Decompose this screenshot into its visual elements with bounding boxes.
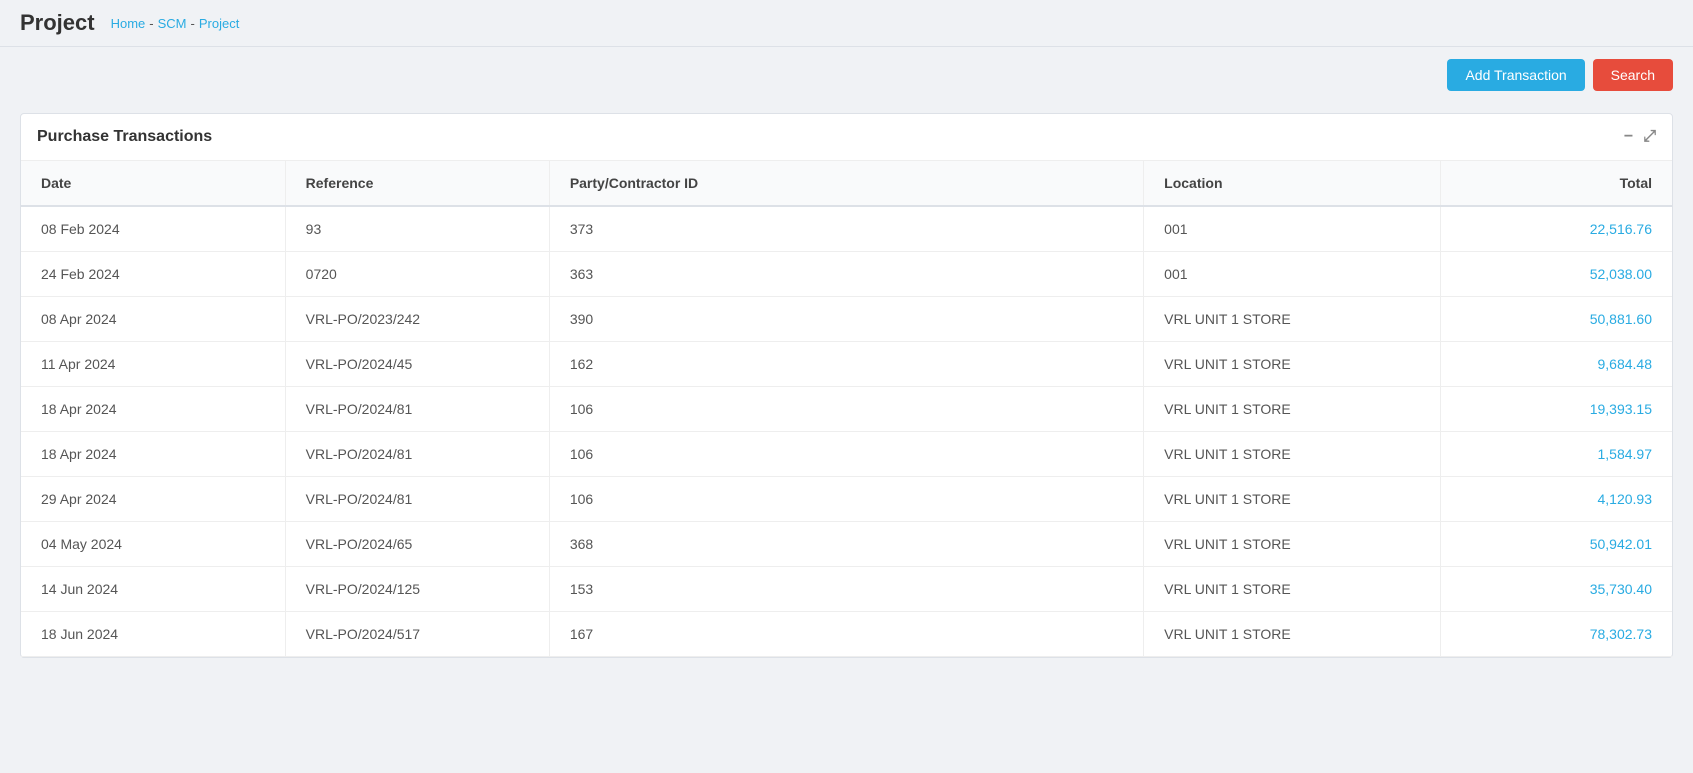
table-row[interactable]: 14 Jun 2024VRL-PO/2024/125153VRL UNIT 1 … xyxy=(21,567,1672,612)
cell-party: 167 xyxy=(549,612,1143,657)
cell-reference: VRL-PO/2024/125 xyxy=(285,567,549,612)
table-row[interactable]: 08 Apr 2024VRL-PO/2023/242390VRL UNIT 1 … xyxy=(21,297,1672,342)
cell-total: 9,684.48 xyxy=(1441,342,1672,387)
cell-date: 29 Apr 2024 xyxy=(21,477,285,522)
expand-icon[interactable]: ⤢ xyxy=(1643,128,1656,146)
breadcrumb-home[interactable]: Home xyxy=(111,16,146,31)
table-row[interactable]: 18 Jun 2024VRL-PO/2024/517167VRL UNIT 1 … xyxy=(21,612,1672,657)
table-row[interactable]: 24 Feb 2024072036300152,038.00 xyxy=(21,252,1672,297)
minimize-icon[interactable]: − xyxy=(1624,128,1633,146)
cell-location: VRL UNIT 1 STORE xyxy=(1144,387,1441,432)
transactions-table: Date Reference Party/Contractor ID Locat… xyxy=(21,161,1672,657)
cell-party: 390 xyxy=(549,297,1143,342)
panel-header: Purchase Transactions − ⤢ xyxy=(21,114,1672,161)
cell-location: VRL UNIT 1 STORE xyxy=(1144,432,1441,477)
cell-party: 106 xyxy=(549,387,1143,432)
cell-location: 001 xyxy=(1144,206,1441,252)
table-row[interactable]: 11 Apr 2024VRL-PO/2024/45162VRL UNIT 1 S… xyxy=(21,342,1672,387)
cell-total: 78,302.73 xyxy=(1441,612,1672,657)
toolbar: Add Transaction Search xyxy=(0,47,1693,103)
cell-total: 1,584.97 xyxy=(1441,432,1672,477)
breadcrumb-scm[interactable]: SCM xyxy=(158,16,187,31)
main-content: Purchase Transactions − ⤢ Date Reference… xyxy=(0,103,1693,668)
panel-title: Purchase Transactions xyxy=(37,128,212,146)
cell-date: 04 May 2024 xyxy=(21,522,285,567)
cell-reference: VRL-PO/2024/81 xyxy=(285,387,549,432)
cell-reference: VRL-PO/2024/517 xyxy=(285,612,549,657)
breadcrumb: Home - SCM - Project xyxy=(111,16,240,31)
col-header-reference: Reference xyxy=(285,161,549,206)
cell-total: 52,038.00 xyxy=(1441,252,1672,297)
cell-date: 11 Apr 2024 xyxy=(21,342,285,387)
table-row[interactable]: 08 Feb 20249337300122,516.76 xyxy=(21,206,1672,252)
cell-location: VRL UNIT 1 STORE xyxy=(1144,522,1441,567)
top-bar: Project Home - SCM - Project xyxy=(0,0,1693,47)
cell-location: VRL UNIT 1 STORE xyxy=(1144,567,1441,612)
search-button[interactable]: Search xyxy=(1593,59,1673,91)
table-row[interactable]: 18 Apr 2024VRL-PO/2024/81106VRL UNIT 1 S… xyxy=(21,432,1672,477)
cell-date: 24 Feb 2024 xyxy=(21,252,285,297)
cell-location: 001 xyxy=(1144,252,1441,297)
cell-date: 18 Apr 2024 xyxy=(21,432,285,477)
breadcrumb-sep-2: - xyxy=(191,16,195,31)
cell-total: 19,393.15 xyxy=(1441,387,1672,432)
table-row[interactable]: 29 Apr 2024VRL-PO/2024/81106VRL UNIT 1 S… xyxy=(21,477,1672,522)
col-header-party: Party/Contractor ID xyxy=(549,161,1143,206)
cell-reference: 0720 xyxy=(285,252,549,297)
app-title: Project xyxy=(20,10,95,36)
cell-party: 373 xyxy=(549,206,1143,252)
cell-location: VRL UNIT 1 STORE xyxy=(1144,477,1441,522)
cell-reference: VRL-PO/2024/81 xyxy=(285,432,549,477)
table-header-row: Date Reference Party/Contractor ID Locat… xyxy=(21,161,1672,206)
cell-total: 4,120.93 xyxy=(1441,477,1672,522)
cell-reference: VRL-PO/2024/65 xyxy=(285,522,549,567)
cell-reference: VRL-PO/2024/81 xyxy=(285,477,549,522)
cell-total: 50,881.60 xyxy=(1441,297,1672,342)
cell-date: 08 Feb 2024 xyxy=(21,206,285,252)
cell-date: 18 Jun 2024 xyxy=(21,612,285,657)
col-header-location: Location xyxy=(1144,161,1441,206)
add-transaction-button[interactable]: Add Transaction xyxy=(1447,59,1584,91)
cell-party: 363 xyxy=(549,252,1143,297)
table-row[interactable]: 18 Apr 2024VRL-PO/2024/81106VRL UNIT 1 S… xyxy=(21,387,1672,432)
cell-location: VRL UNIT 1 STORE xyxy=(1144,342,1441,387)
cell-total: 50,942.01 xyxy=(1441,522,1672,567)
cell-date: 18 Apr 2024 xyxy=(21,387,285,432)
cell-party: 153 xyxy=(549,567,1143,612)
table-row[interactable]: 04 May 2024VRL-PO/2024/65368VRL UNIT 1 S… xyxy=(21,522,1672,567)
cell-reference: VRL-PO/2023/242 xyxy=(285,297,549,342)
breadcrumb-sep-1: - xyxy=(149,16,153,31)
cell-location: VRL UNIT 1 STORE xyxy=(1144,297,1441,342)
cell-reference: VRL-PO/2024/45 xyxy=(285,342,549,387)
cell-date: 14 Jun 2024 xyxy=(21,567,285,612)
cell-party: 106 xyxy=(549,477,1143,522)
cell-party: 162 xyxy=(549,342,1143,387)
col-header-date: Date xyxy=(21,161,285,206)
purchase-transactions-panel: Purchase Transactions − ⤢ Date Reference… xyxy=(20,113,1673,658)
cell-location: VRL UNIT 1 STORE xyxy=(1144,612,1441,657)
cell-date: 08 Apr 2024 xyxy=(21,297,285,342)
breadcrumb-project[interactable]: Project xyxy=(199,16,239,31)
cell-party: 106 xyxy=(549,432,1143,477)
panel-controls: − ⤢ xyxy=(1624,128,1656,146)
cell-total: 35,730.40 xyxy=(1441,567,1672,612)
cell-reference: 93 xyxy=(285,206,549,252)
table-container: Date Reference Party/Contractor ID Locat… xyxy=(21,161,1672,657)
col-header-total: Total xyxy=(1441,161,1672,206)
cell-total: 22,516.76 xyxy=(1441,206,1672,252)
cell-party: 368 xyxy=(549,522,1143,567)
